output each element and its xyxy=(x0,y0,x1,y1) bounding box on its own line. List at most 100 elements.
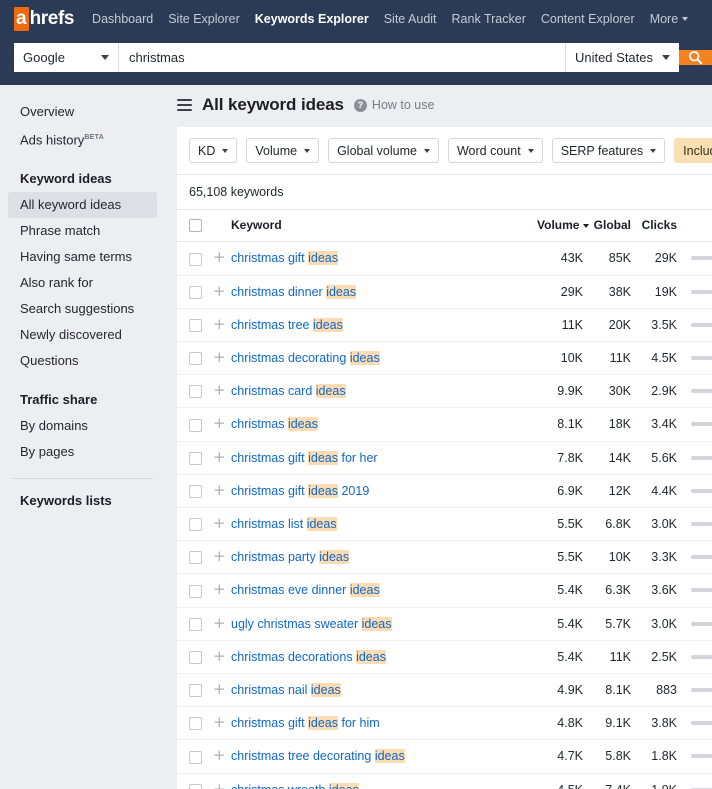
sidebar-item-phrase-match[interactable]: Phrase match xyxy=(8,218,157,244)
keyword-link[interactable]: christmas tree decorating ideas xyxy=(231,749,405,763)
row-checkbox[interactable] xyxy=(189,751,202,764)
plus-icon[interactable]: + xyxy=(213,749,226,761)
row-checkbox[interactable] xyxy=(189,485,202,498)
plus-icon[interactable]: + xyxy=(213,285,226,297)
keyword-link[interactable]: christmas dinner ideas xyxy=(231,285,356,299)
plus-icon[interactable]: + xyxy=(213,550,226,562)
column-header-global[interactable]: Global xyxy=(587,210,635,242)
plus-icon[interactable]: + xyxy=(213,417,226,429)
plus-icon[interactable]: + xyxy=(213,716,226,728)
global-volume-cell: 85K xyxy=(587,242,635,275)
plus-icon[interactable]: + xyxy=(213,517,226,529)
plus-icon[interactable]: + xyxy=(213,650,226,662)
keyword-link[interactable]: christmas decorations ideas xyxy=(231,650,386,664)
row-select-cell xyxy=(177,375,213,408)
row-checkbox[interactable] xyxy=(189,253,202,266)
row-checkbox[interactable] xyxy=(189,352,202,365)
sidebar-item-search-suggestions[interactable]: Search suggestions xyxy=(8,296,157,322)
keyword-link[interactable]: christmas tree ideas xyxy=(231,318,343,332)
filter-word-count[interactable]: Word count xyxy=(448,138,543,163)
row-checkbox[interactable] xyxy=(189,319,202,332)
nav-item-site-explorer[interactable]: Site Explorer xyxy=(168,12,240,26)
plus-icon[interactable]: + xyxy=(213,251,226,263)
select-all-checkbox[interactable] xyxy=(189,219,202,232)
global-volume-cell: 18K xyxy=(587,408,635,441)
column-header-clicks[interactable]: Clicks xyxy=(635,210,681,242)
search-button[interactable] xyxy=(679,50,712,65)
plus-icon[interactable]: + xyxy=(213,617,226,629)
ahrefs-logo[interactable]: ahrefs xyxy=(14,7,74,31)
nav-item-rank-tracker[interactable]: Rank Tracker xyxy=(452,12,526,26)
row-checkbox[interactable] xyxy=(189,385,202,398)
sidebar-item-newly-discovered[interactable]: Newly discovered xyxy=(8,322,157,348)
row-checkbox[interactable] xyxy=(189,651,202,664)
table-row: +christmas card ideas9.9K30K2.9K$2.500.2… xyxy=(177,375,712,408)
keyword-link[interactable]: christmas gift ideas xyxy=(231,251,338,265)
search-input[interactable]: christmas xyxy=(119,43,566,72)
clicks-bar-cell xyxy=(681,673,712,706)
row-checkbox[interactable] xyxy=(189,784,202,789)
sidebar-item-also-rank-for[interactable]: Also rank for xyxy=(8,270,157,296)
filter-serp-features[interactable]: SERP features xyxy=(552,138,665,163)
sidebar-item-overview[interactable]: Overview xyxy=(8,99,157,125)
row-checkbox[interactable] xyxy=(189,551,202,564)
sidebar-item-all-keyword-ideas[interactable]: All keyword ideas xyxy=(8,192,157,218)
filter-chip-include[interactable]: Include: idea xyxy=(674,138,712,163)
row-checkbox[interactable] xyxy=(189,452,202,465)
row-checkbox[interactable] xyxy=(189,618,202,631)
main-content: All keyword ideas ? How to use KD Volume xyxy=(165,85,712,789)
keyword-link[interactable]: christmas gift ideas for him xyxy=(231,716,380,730)
column-header-keyword[interactable]: Keyword xyxy=(231,210,537,242)
sidebar-item-questions[interactable]: Questions xyxy=(8,348,157,374)
clicks-bar-cell xyxy=(681,441,712,474)
filter-global-volume[interactable]: Global volume xyxy=(328,138,439,163)
keyword-link[interactable]: christmas decorating ideas xyxy=(231,351,380,365)
how-to-use-link[interactable]: ? How to use xyxy=(354,98,435,112)
keyword-link[interactable]: christmas eve dinner ideas xyxy=(231,583,380,597)
search-engine-select[interactable]: Google xyxy=(14,43,119,72)
row-checkbox[interactable] xyxy=(189,585,202,598)
sidebar-item-ads-history[interactable]: Ads historyBETA xyxy=(8,125,157,153)
sidebar-item-having-same-terms[interactable]: Having same terms xyxy=(8,244,157,270)
keyword-link[interactable]: christmas gift ideas for her xyxy=(231,451,378,465)
keyword-link[interactable]: christmas card ideas xyxy=(231,384,346,398)
table-body: +christmas gift ideas43K85K29K$1.200.671… xyxy=(177,242,712,789)
row-checkbox[interactable] xyxy=(189,684,202,697)
column-header-volume[interactable]: Volume xyxy=(537,210,587,242)
volume-cell: 6.9K xyxy=(537,474,587,507)
keyword-link[interactable]: christmas list ideas xyxy=(231,517,337,531)
plus-icon[interactable]: + xyxy=(213,451,226,463)
plus-icon[interactable]: + xyxy=(213,683,226,695)
keyword-link[interactable]: christmas ideas xyxy=(231,417,318,431)
nav-item-more[interactable]: More xyxy=(650,12,688,26)
keyword-link[interactable]: christmas gift ideas 2019 xyxy=(231,484,369,498)
keyword-cell: christmas ideas xyxy=(231,408,537,441)
plus-icon[interactable]: + xyxy=(213,351,226,363)
plus-icon[interactable]: + xyxy=(213,783,226,789)
keyword-link[interactable]: christmas wreath ideas xyxy=(231,783,359,789)
plus-icon[interactable]: + xyxy=(213,484,226,496)
filter-volume[interactable]: Volume xyxy=(246,138,319,163)
nav-item-dashboard[interactable]: Dashboard xyxy=(92,12,153,26)
country-select[interactable]: United States xyxy=(566,43,679,72)
filter-kd[interactable]: KD xyxy=(189,138,237,163)
row-select-cell xyxy=(177,640,213,673)
keyword-link[interactable]: christmas nail ideas xyxy=(231,683,341,697)
row-checkbox[interactable] xyxy=(189,518,202,531)
row-checkbox[interactable] xyxy=(189,419,202,432)
plus-icon[interactable]: + xyxy=(213,318,226,330)
nav-item-content-explorer[interactable]: Content Explorer xyxy=(541,12,635,26)
nav-item-keywords-explorer[interactable]: Keywords Explorer xyxy=(255,12,369,26)
sidebar-item-by-domains[interactable]: By domains xyxy=(8,413,157,439)
plus-icon[interactable]: + xyxy=(213,583,226,595)
nav-item-site-audit[interactable]: Site Audit xyxy=(384,12,437,26)
row-checkbox[interactable] xyxy=(189,286,202,299)
sidebar-item-by-pages[interactable]: By pages xyxy=(8,439,157,465)
filter-serp-features-label: SERP features xyxy=(561,144,643,158)
keyword-link[interactable]: christmas party ideas xyxy=(231,550,349,564)
hamburger-icon[interactable] xyxy=(177,97,192,113)
keyword-link[interactable]: ugly christmas sweater ideas xyxy=(231,617,392,631)
plus-icon[interactable]: + xyxy=(213,384,226,396)
row-checkbox[interactable] xyxy=(189,717,202,730)
keyword-cell: christmas dinner ideas xyxy=(231,275,537,308)
